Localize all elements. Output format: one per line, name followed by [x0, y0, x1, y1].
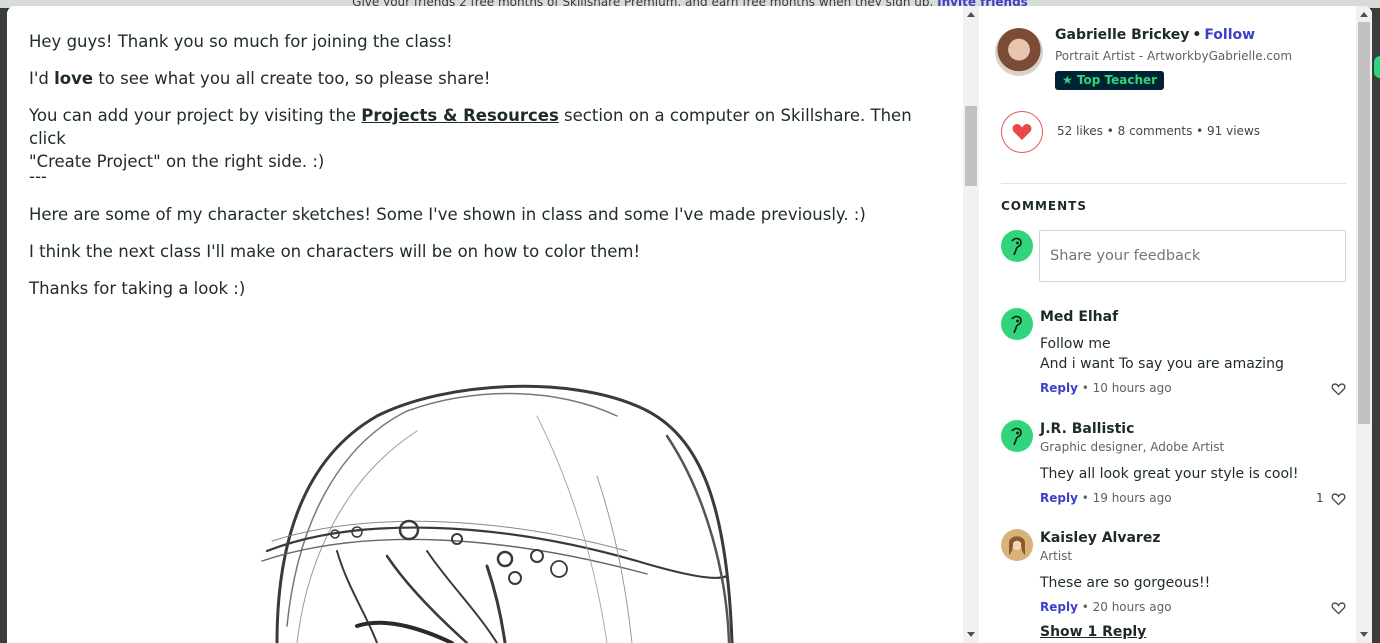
reply-button[interactable]: Reply — [1040, 600, 1078, 614]
text-span: You can add your project by visiting the — [29, 106, 362, 125]
post-paragraph: You can add your project by visiting the… — [29, 104, 929, 173]
project-stats: 52 likes • 8 comments • 91 views — [1057, 124, 1261, 138]
comment-text: And i want To say you are amazing — [1040, 356, 1284, 372]
text-span: to see what you all create too, so pleas… — [93, 69, 491, 88]
scroll-down-arrow-icon[interactable] — [1360, 632, 1368, 637]
scroll-down-arrow-icon[interactable] — [967, 632, 975, 637]
heart-outline-icon[interactable] — [1331, 493, 1346, 506]
scroll-up-arrow-icon[interactable] — [1360, 12, 1368, 17]
comment-like-count: 1 — [1316, 491, 1324, 505]
background-page-right — [1372, 8, 1380, 643]
reply-button[interactable]: Reply — [1040, 381, 1078, 395]
sidebar-scrollbar[interactable] — [1356, 6, 1372, 643]
reply-button[interactable]: Reply — [1040, 491, 1078, 505]
background-page-left — [0, 8, 7, 643]
comment-meta: Reply • 20 hours ago — [1040, 600, 1172, 614]
background-green-tab — [1374, 56, 1380, 78]
heart-icon — [1012, 124, 1032, 140]
project-modal: Hey guys! Thank you so much for joining … — [7, 6, 1372, 643]
comment-time: • 19 hours ago — [1077, 491, 1172, 505]
follow-button[interactable]: Follow — [1204, 27, 1255, 43]
comment-text: These are so gorgeous!! — [1040, 575, 1211, 591]
commenter-title: Artist — [1040, 549, 1073, 563]
comment-time: • 10 hours ago — [1077, 381, 1172, 395]
content-scrollbar-thumb[interactable] — [965, 106, 977, 186]
post-paragraph: I think the next class I'll make on char… — [29, 242, 641, 261]
comment-text: Follow me — [1040, 336, 1111, 352]
current-user-avatar — [1001, 230, 1033, 262]
projects-resources-link[interactable]: Projects & Resources — [361, 106, 559, 125]
bold-text: love — [54, 69, 94, 88]
commenter-name[interactable]: J.R. Ballistic — [1040, 421, 1134, 437]
sidebar-scrollbar-thumb[interactable] — [1358, 22, 1370, 424]
comment-time: • 20 hours ago — [1077, 600, 1172, 614]
separator-dot: • — [1192, 27, 1202, 43]
show-replies-link[interactable]: Show 1 Reply — [1040, 624, 1146, 640]
like-button[interactable] — [1001, 111, 1043, 153]
commenter-title: Graphic designer, Adobe Artist — [1040, 440, 1225, 454]
post-paragraph: Hey guys! Thank you so much for joining … — [29, 32, 453, 51]
author-title: Portrait Artist - ArtworkbyGabrielle.com — [1055, 49, 1293, 63]
commenter-avatar[interactable] — [1001, 308, 1033, 340]
author-name[interactable]: Gabrielle Brickey — [1055, 27, 1189, 43]
comments-heading: COMMENTS — [1001, 199, 1087, 213]
commenter-name[interactable]: Med Elhaf — [1040, 309, 1118, 325]
project-sidebar: Gabrielle Brickey • Follow Portrait Artist… — [979, 6, 1372, 643]
post-paragraph: Here are some of my character sketches! … — [29, 205, 866, 224]
post-paragraph: I'd love to see what you all create too,… — [29, 67, 929, 90]
feedback-input[interactable] — [1039, 230, 1346, 282]
content-scrollbar[interactable] — [963, 6, 979, 643]
text-span: I'd — [29, 69, 55, 88]
commenter-name[interactable]: Kaisley Alvarez — [1040, 530, 1160, 546]
comment-text: They all look great your style is cool! — [1040, 466, 1299, 482]
scroll-up-arrow-icon[interactable] — [967, 12, 975, 17]
divider — [1001, 183, 1346, 184]
author-header: Gabrielle Brickey • Follow — [1055, 27, 1255, 43]
top-teacher-badge: ★ Top Teacher — [1055, 71, 1165, 90]
post-separator: --- — [29, 167, 47, 186]
heart-outline-icon[interactable] — [1331, 383, 1346, 396]
commenter-avatar[interactable] — [1001, 420, 1033, 452]
heart-outline-icon[interactable] — [1331, 602, 1346, 615]
author-avatar[interactable] — [995, 28, 1043, 76]
comment-meta: Reply • 10 hours ago — [1040, 381, 1172, 395]
comment-meta: Reply • 19 hours ago — [1040, 491, 1172, 505]
project-content: Hey guys! Thank you so much for joining … — [7, 6, 963, 643]
character-sketch-image — [261, 384, 734, 643]
commenter-avatar[interactable] — [1001, 529, 1033, 561]
post-paragraph: Thanks for taking a look :) — [29, 279, 246, 298]
